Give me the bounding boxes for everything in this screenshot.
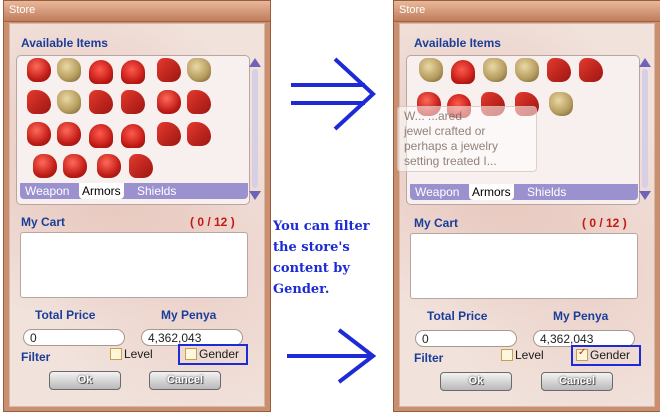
- armor-item[interactable]: [187, 122, 211, 146]
- armor-item[interactable]: [157, 122, 181, 146]
- my-penya-label: My Penya: [553, 309, 609, 323]
- armor-item[interactable]: [33, 154, 57, 178]
- title-bar[interactable]: Store: [4, 1, 270, 22]
- category-tabs: Weapon Armors Shields: [20, 183, 248, 199]
- armor-item[interactable]: [579, 58, 603, 82]
- armor-item[interactable]: [27, 58, 51, 82]
- scroll-up-arrow-icon[interactable]: [249, 58, 261, 67]
- my-cart-label: My Cart: [21, 215, 66, 229]
- title-bar[interactable]: Store: [394, 1, 660, 22]
- armor-item[interactable]: [89, 90, 113, 114]
- caption-text: You can filter the store's content by Ge…: [273, 219, 370, 297]
- level-label: Level: [124, 347, 153, 361]
- cart-box[interactable]: [20, 232, 248, 298]
- armor-item[interactable]: [549, 92, 573, 116]
- category-tabs: Weapon Armors Shields: [410, 184, 638, 200]
- armor-item[interactable]: [515, 58, 539, 82]
- store-window-before: Store Available Items Weapon Armors Shie…: [3, 0, 271, 412]
- scroll-down-arrow-icon[interactable]: [249, 191, 261, 200]
- level-checkbox[interactable]: [501, 349, 513, 361]
- arrow-right-icon: [287, 328, 377, 384]
- filter-label: Filter: [414, 351, 444, 365]
- item-grid[interactable]: W... ...ared jewel crafted or perhaps a …: [397, 55, 651, 205]
- armor-item[interactable]: [121, 90, 145, 114]
- tab-weapon[interactable]: Weapon: [22, 183, 72, 199]
- cart-box[interactable]: [410, 233, 638, 299]
- tab-armors[interactable]: Armors: [79, 183, 124, 199]
- total-price-field: 0: [415, 330, 517, 347]
- total-price-field: 0: [23, 329, 125, 346]
- available-items-label: Available Items: [414, 36, 501, 50]
- tab-weapon[interactable]: Weapon: [412, 184, 462, 200]
- scroll-up-arrow-icon[interactable]: [639, 58, 651, 67]
- filter-label: Filter: [21, 350, 51, 364]
- scrollbar-track[interactable]: [642, 69, 648, 188]
- window-title: Store: [399, 4, 426, 16]
- gender-checkbox[interactable]: ✓: [576, 347, 588, 361]
- window-title: Store: [9, 4, 36, 16]
- armor-item[interactable]: [129, 154, 153, 178]
- armor-item[interactable]: [121, 124, 145, 148]
- armor-item[interactable]: [157, 58, 181, 82]
- armor-item[interactable]: [157, 90, 181, 114]
- my-cart-label: My Cart: [414, 216, 459, 230]
- armor-item[interactable]: [483, 58, 507, 82]
- armor-item[interactable]: [63, 154, 87, 178]
- tab-armors[interactable]: Armors: [469, 184, 514, 200]
- scrollbar-track[interactable]: [252, 69, 258, 188]
- armor-item[interactable]: [187, 58, 211, 82]
- tab-shields[interactable]: Shields: [524, 184, 569, 200]
- cart-count: ( 0 / 12 ): [582, 216, 627, 230]
- total-price-label: Total Price: [35, 308, 96, 322]
- tab-shields[interactable]: Shields: [134, 183, 179, 199]
- armor-item[interactable]: [27, 90, 51, 114]
- cart-count: ( 0 / 12 ): [190, 215, 235, 229]
- cancel-button[interactable]: Cancel: [149, 371, 221, 390]
- total-price-label: Total Price: [427, 309, 488, 323]
- armor-item[interactable]: [547, 58, 571, 82]
- gender-checkbox[interactable]: [185, 348, 197, 360]
- level-checkbox[interactable]: [110, 348, 122, 360]
- armor-item[interactable]: [419, 58, 443, 82]
- available-items-label: Available Items: [21, 36, 108, 50]
- item-tooltip: W... ...ared jewel crafted or perhaps a …: [397, 106, 537, 172]
- cancel-button[interactable]: Cancel: [541, 372, 613, 391]
- my-penya-label: My Penya: [161, 308, 217, 322]
- armor-item[interactable]: [451, 60, 475, 84]
- scroll-down-arrow-icon[interactable]: [639, 191, 651, 200]
- armor-item[interactable]: [57, 90, 81, 114]
- armor-item[interactable]: [89, 60, 113, 84]
- gender-label: Gender: [590, 348, 631, 362]
- store-window-after: Store Available Items W... ...ared jewel…: [393, 0, 660, 412]
- armor-item[interactable]: [57, 122, 81, 146]
- armor-item[interactable]: [187, 90, 211, 114]
- armor-item[interactable]: [27, 122, 51, 146]
- armor-item[interactable]: [121, 60, 145, 84]
- level-label: Level: [515, 348, 544, 362]
- gender-label: Gender: [199, 347, 240, 361]
- checkmark-icon: ✓: [578, 347, 587, 358]
- ok-button[interactable]: Ok: [440, 372, 512, 391]
- ok-button[interactable]: Ok: [49, 371, 121, 390]
- armor-item[interactable]: [97, 154, 121, 178]
- double-arrow-right-icon: [291, 57, 376, 131]
- armor-item[interactable]: [89, 124, 113, 148]
- armor-item[interactable]: [57, 58, 81, 82]
